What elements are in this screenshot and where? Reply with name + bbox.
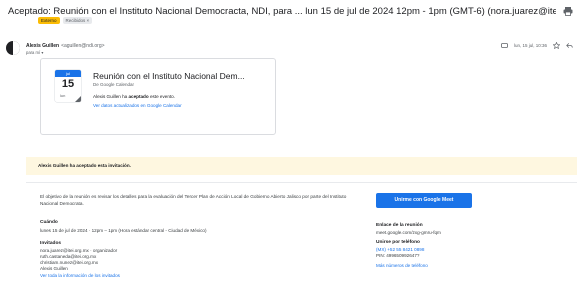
email-labels: Externo Recibidos × [38,17,93,24]
avatar [6,41,20,55]
calendar-month: jul [55,70,81,77]
join-meet-button[interactable]: Unirme con Google Meet [376,193,472,208]
guest-item: Alexis Guillen [40,266,68,271]
calendar-fold [75,96,81,102]
sender-email: <aguillen@ndi.org> [61,43,105,49]
phone-title: Unirse por teléfono [376,240,420,245]
when-text: lunes 15 de jul de 2024 · 12pm – 1pm (Ho… [40,228,207,233]
recipient-details-toggle[interactable]: para mí ▾ [26,50,43,55]
invitation-details: El objetivo de la reunión es revisar los… [26,182,577,285]
meeting-link-title: Enlace de la reunión [376,223,423,228]
guests-title: Invitados [40,241,62,246]
acceptance-text: Alexis Guillen ha aceptado esta invitaci… [38,163,131,168]
phone-number[interactable]: (MX) +52 55 8421 0898 [376,247,424,252]
event-status: Alexis Guillen ha aceptado este evento. [93,94,175,99]
event-description: El objetivo de la reunión es revisar los… [40,194,347,206]
attachment-icon [501,43,508,48]
acceptance-banner: Alexis Guillen ha aceptado esta invitaci… [26,157,577,175]
calendar-event-card: jul 15 lun Reunión con el Instituto Naci… [40,58,276,135]
star-icon[interactable] [553,42,560,49]
sender[interactable]: Alexis Guillen <aguillen@ndi.org> [26,43,105,49]
event-status-accepted: aceptado [128,94,149,99]
email-subject: Aceptado: Reunión con el Instituto Nacio… [8,6,556,17]
print-icon[interactable] [563,6,573,16]
email-meta: lun, 15 jul, 10:36 [501,42,573,49]
meeting-link[interactable]: meet.google.com/zxg-gmru-fqm [376,230,441,236]
event-source: De Google Calendar [93,82,135,87]
calendar-date-icon: jul 15 lun [55,70,81,102]
event-title[interactable]: Reunión con el Instituto Nacional Dem... [93,71,245,81]
when-title: Cuándo [40,220,58,225]
phone-pin: PIN: 499650992647? [376,253,420,258]
event-status-prefix: Alexis Guillen ha [93,94,129,99]
reply-icon[interactable] [566,42,573,49]
label-external[interactable]: Externo [38,17,60,24]
view-all-guests-link[interactable]: Ver toda la información de los invitados [40,273,120,278]
sender-name: Alexis Guillen [26,43,60,49]
calendar-day: 15 [61,78,75,90]
more-phone-numbers-link[interactable]: Más números de teléfono [376,263,428,268]
event-status-suffix: este evento. [148,94,175,99]
view-calendar-link[interactable]: Ver datos actualizados en Google Calenda… [93,103,182,108]
email-date: lun, 15 jul, 10:36 [513,43,547,48]
calendar-weekday: lun [60,93,66,98]
label-inbox[interactable]: Recibidos × [62,17,93,24]
